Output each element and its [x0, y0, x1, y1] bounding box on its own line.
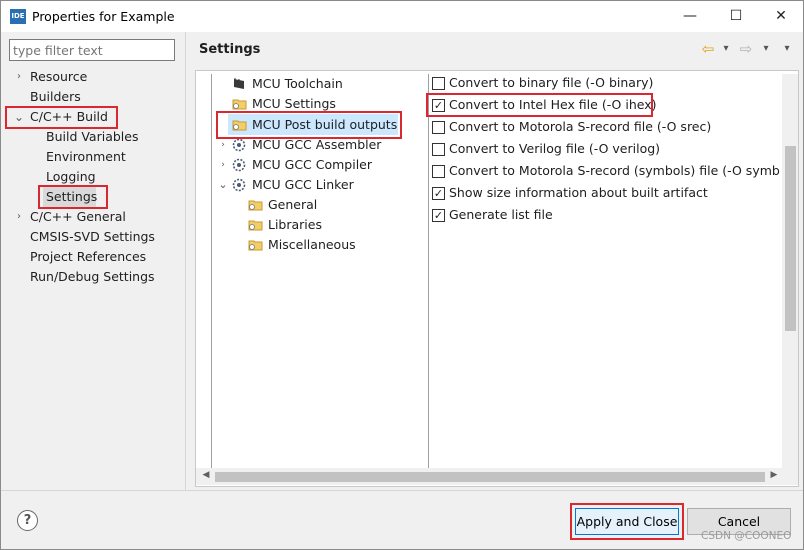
- folder-icon: [232, 99, 247, 110]
- tree-item-libraries[interactable]: Libraries: [268, 215, 322, 235]
- gear-icon: [232, 178, 246, 192]
- forward-menu-icon[interactable]: ▾: [760, 41, 772, 57]
- tree-item-general[interactable]: General: [268, 195, 317, 215]
- folder-icon: [248, 240, 263, 251]
- back-arrow-icon[interactable]: ⇦: [700, 41, 716, 57]
- maximize-button[interactable]: ☐: [713, 1, 759, 32]
- ide-app-icon: IDE: [10, 9, 26, 24]
- close-button[interactable]: ✕: [758, 1, 804, 32]
- folder-icon: [232, 120, 247, 131]
- bottom-separator: [1, 490, 803, 491]
- gear-icon: [232, 138, 246, 152]
- expand-arrow-icon[interactable]: ›: [13, 207, 25, 227]
- tree-item-mcu-gcc-linker[interactable]: MCU GCC Linker: [252, 175, 354, 195]
- option-label: Convert to binary file (-O binary): [449, 75, 654, 90]
- folder-icon: [248, 200, 263, 211]
- filter-input[interactable]: [9, 39, 175, 61]
- view-menu-icon[interactable]: ▾: [780, 41, 794, 57]
- nav-item-cpp-build[interactable]: C/C++ Build: [30, 107, 108, 127]
- tree-item-mcu-gcc-compiler[interactable]: MCU GCC Compiler: [252, 155, 372, 175]
- page-title: Settings: [199, 42, 261, 57]
- minimize-button[interactable]: —: [667, 1, 713, 32]
- intel-hex-checkbox[interactable]: ✓: [432, 99, 445, 112]
- option-label: Show size information about built artifa…: [449, 185, 708, 200]
- nav-item-resource[interactable]: Resource: [30, 67, 87, 87]
- nav-item-run-debug-settings[interactable]: Run/Debug Settings: [30, 267, 155, 287]
- tree-item-mcu-gcc-assembler[interactable]: MCU GCC Assembler: [252, 135, 381, 155]
- option-label: Convert to Motorola S-record file (-O sr…: [449, 119, 712, 134]
- tree-item-mcu-post-build-outputs[interactable]: MCU Post build outputs: [252, 115, 397, 135]
- gear-icon: [232, 158, 246, 172]
- nav-item-builders[interactable]: Builders: [30, 87, 81, 107]
- symbolsrec-checkbox[interactable]: [432, 165, 445, 178]
- option-binary[interactable]: Convert to binary file (-O binary): [432, 73, 780, 93]
- nav-item-cmsis-svd-settings[interactable]: CMSIS-SVD Settings: [30, 227, 155, 247]
- expand-arrow-icon[interactable]: ›: [13, 67, 25, 87]
- chip-icon: [234, 78, 244, 89]
- tree-item-miscellaneous[interactable]: Miscellaneous: [268, 235, 356, 255]
- option-label: Convert to Intel Hex file (-O ihex): [449, 97, 657, 112]
- collapse-arrow-icon[interactable]: ⌄: [13, 107, 25, 127]
- horizontal-scroll-thumb[interactable]: [215, 472, 765, 482]
- binary-checkbox[interactable]: [432, 77, 445, 90]
- folder-icon: [248, 220, 263, 231]
- title-bar: IDE Properties for Example — ☐ ✕: [1, 1, 803, 32]
- option-verilog[interactable]: Convert to Verilog file (-O verilog): [432, 139, 780, 159]
- option-label: Generate list file: [449, 207, 553, 222]
- nav-item-cpp-general[interactable]: C/C++ General: [30, 207, 126, 227]
- nav-item-environment[interactable]: Environment: [46, 147, 126, 167]
- option-srec[interactable]: Convert to Motorola S-record file (-O sr…: [432, 117, 780, 137]
- properties-dialog: IDE Properties for Example — ☐ ✕ › Resou…: [0, 0, 804, 550]
- tree-item-mcu-settings[interactable]: MCU Settings: [252, 94, 336, 114]
- option-label: Convert to Verilog file (-O verilog): [449, 141, 661, 156]
- nav-item-build-variables[interactable]: Build Variables: [46, 127, 138, 147]
- window-title: Properties for Example: [32, 9, 175, 24]
- option-symbolsrec[interactable]: Convert to Motorola S-record (symbols) f…: [432, 161, 780, 181]
- collapse-arrow-icon[interactable]: ⌄: [218, 175, 228, 195]
- help-icon[interactable]: ?: [17, 510, 38, 531]
- vertical-scroll-thumb[interactable]: [785, 146, 796, 331]
- apply-and-close-button[interactable]: Apply and Close: [575, 508, 679, 535]
- nav-item-project-references[interactable]: Project References: [30, 247, 146, 267]
- expand-arrow-icon[interactable]: ›: [218, 135, 228, 155]
- tree-item-mcu-toolchain[interactable]: MCU Toolchain: [252, 74, 343, 94]
- scroll-right-icon[interactable]: ▶: [767, 470, 781, 480]
- watermark: CSDN @COONEO: [701, 530, 792, 542]
- verilog-checkbox[interactable]: [432, 143, 445, 156]
- srec-checkbox[interactable]: [432, 121, 445, 134]
- scroll-left-icon[interactable]: ◀: [199, 470, 213, 480]
- list-file-checkbox[interactable]: ✓: [432, 209, 445, 222]
- option-label: Convert to Motorola S-record (symbols) f…: [449, 163, 780, 178]
- pane-divider: [185, 32, 186, 491]
- back-menu-icon[interactable]: ▾: [720, 41, 732, 57]
- forward-arrow-icon[interactable]: ⇨: [738, 41, 754, 57]
- option-intel-hex[interactable]: ✓ Convert to Intel Hex file (-O ihex): [432, 95, 780, 115]
- nav-item-logging[interactable]: Logging: [46, 167, 96, 187]
- show-size-checkbox[interactable]: ✓: [432, 187, 445, 200]
- expand-arrow-icon[interactable]: ›: [218, 155, 228, 175]
- option-show-size[interactable]: ✓ Show size information about built arti…: [432, 183, 780, 203]
- option-list-file[interactable]: ✓ Generate list file: [432, 205, 780, 225]
- nav-item-settings[interactable]: Settings: [46, 187, 97, 207]
